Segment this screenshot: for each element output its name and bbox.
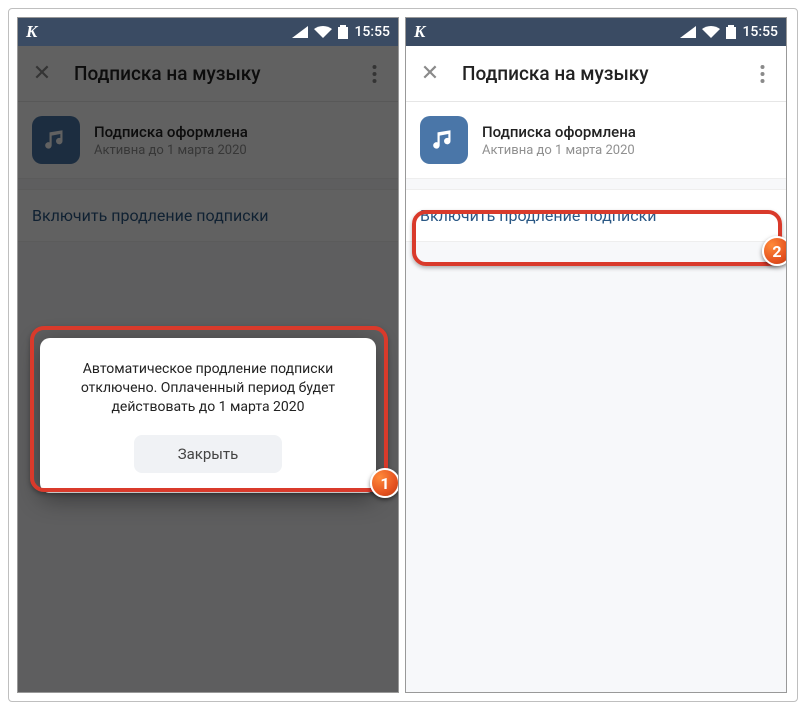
clock: 15:55 xyxy=(742,24,778,40)
step-badge-1: 1 xyxy=(370,468,399,498)
phone-right: K 15:55 ✕ Подписка на музыку xyxy=(405,17,787,693)
content-area: Подписка оформлена Активна до 1 марта 20… xyxy=(406,102,786,692)
wifi-icon xyxy=(702,26,720,38)
music-icon xyxy=(420,116,468,164)
logo: K xyxy=(26,22,37,42)
battery-icon xyxy=(338,25,348,39)
renew-link[interactable]: Включить продление подписки xyxy=(406,189,786,242)
battery-icon xyxy=(726,25,736,39)
status-bar: K 15:55 xyxy=(18,18,398,46)
clock: 15:55 xyxy=(354,24,390,40)
logo: K xyxy=(414,22,425,42)
close-icon[interactable]: ✕ xyxy=(416,60,444,88)
status-icons: 15:55 xyxy=(680,24,778,40)
status-bar: K 15:55 xyxy=(406,18,786,46)
signal-icon xyxy=(292,26,308,38)
app-bar: ✕ Подписка на музыку xyxy=(406,46,786,102)
phone-left: K 15:55 ✕ Подписка на музыку xyxy=(17,17,399,693)
page-title: Подписка на музыку xyxy=(462,62,730,85)
signal-icon xyxy=(680,26,696,38)
subscription-subtitle: Активна до 1 марта 2020 xyxy=(482,143,636,158)
status-icons: 15:55 xyxy=(292,24,390,40)
subscription-card: Подписка оформлена Активна до 1 марта 20… xyxy=(406,102,786,179)
step-badge-2: 2 xyxy=(762,236,787,266)
dialog: Автоматическое продление подписки отключ… xyxy=(40,338,376,493)
wifi-icon xyxy=(314,26,332,38)
subscription-title: Подписка оформлена xyxy=(482,123,636,141)
dialog-message: Автоматическое продление подписки отключ… xyxy=(60,360,356,417)
dialog-close-button[interactable]: Закрыть xyxy=(134,435,283,473)
more-icon[interactable] xyxy=(748,60,776,88)
